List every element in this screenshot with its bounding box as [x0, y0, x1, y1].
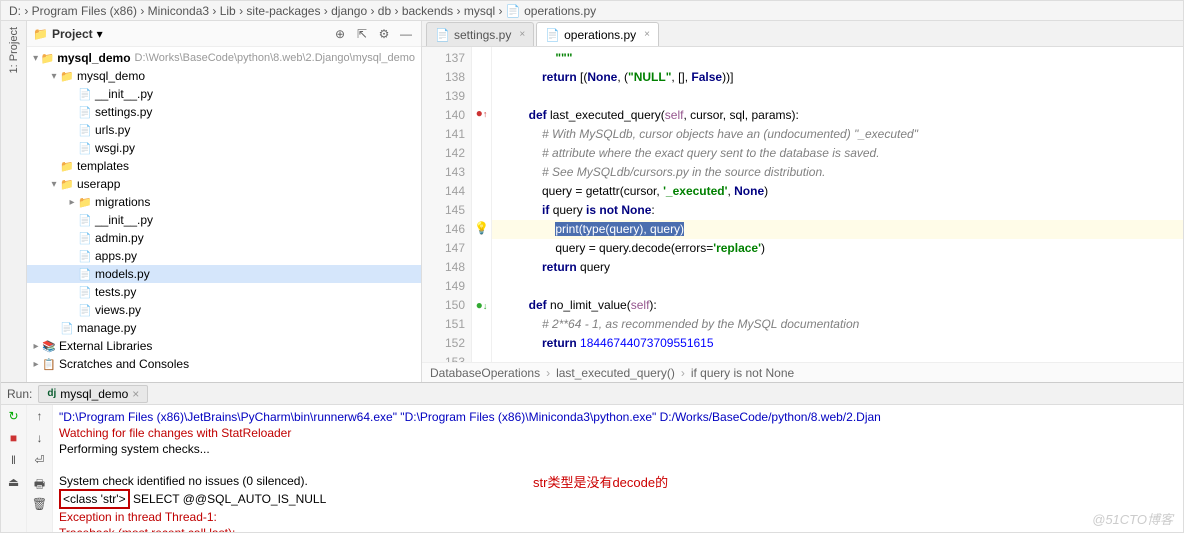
wrap-icon[interactable]: ⏎ — [31, 453, 49, 469]
chevron-down-icon[interactable]: ▾ — [97, 27, 103, 41]
editor-body[interactable]: 1371381391401411421431441451461471481491… — [422, 47, 1183, 362]
run-header: Run: dj mysql_demo × — [1, 383, 1183, 405]
tree-item[interactable]: 📄manage.py — [27, 319, 421, 337]
console-output[interactable]: "D:\Program Files (x86)\JetBrains\PyChar… — [53, 405, 1183, 532]
python-file-icon: 📄 — [435, 28, 450, 42]
code-content[interactable]: """ return [(None, ("NULL", [], False))]… — [492, 47, 1183, 362]
console-line — [59, 457, 1177, 473]
rerun-icon[interactable]: ↻ — [5, 409, 23, 425]
chevron-right-icon: › — [546, 366, 550, 380]
console-line: <class 'str'> SELECT @@SQL_AUTO_IS_NULL — [59, 489, 1177, 509]
up-icon[interactable]: ↑ — [31, 409, 49, 425]
editor-area: 📄 settings.py × 📄 operations.py × 13713813914… — [422, 21, 1183, 382]
console-line: "D:\Program Files (x86)\JetBrains\PyChar… — [59, 409, 1177, 425]
project-panel-header: 📁 Project ▾ ⊕ ⇱ ⚙ — — [27, 21, 421, 47]
run-config-tab[interactable]: dj mysql_demo × — [38, 385, 148, 403]
editor-tabs: 📄 settings.py × 📄 operations.py × — [422, 21, 1183, 47]
tree-item[interactable]: 📄wsgi.py — [27, 139, 421, 157]
tree-item[interactable]: 📄urls.py — [27, 121, 421, 139]
annotation-text: str类型是没有decode的 — [533, 475, 668, 491]
tree-item[interactable]: ▾📁mysql_demo — [27, 67, 421, 85]
run-side-toolbar: ↻ ■ ‖ ⏏ — [1, 405, 27, 532]
line-number-gutter: 1371381391401411421431441451461471481491… — [422, 47, 472, 362]
project-tool-label[interactable]: 1: Project — [8, 27, 20, 73]
run-side-toolbar-2: ↑ ↓ ⏎ 🖶 🗑 — [27, 405, 53, 532]
tree-item[interactable]: 📄models.py — [27, 265, 421, 283]
left-tool-strip: 1: Project — [1, 21, 27, 382]
tab-label: operations.py — [564, 28, 636, 42]
breadcrumb-item[interactable]: last_executed_query() — [556, 366, 675, 380]
console-line: Performing system checks... — [59, 441, 1177, 457]
run-tool-window: Run: dj mysql_demo × ↻ ■ ‖ ⏏ ↑ ↓ ⏎ 🖶 🗑 — [1, 382, 1183, 532]
gutter-marks: ●↑ 💡 ●↓ ●↓ — [472, 47, 492, 362]
console-line: Traceback (most recent call last): — [59, 525, 1177, 532]
python-file-icon: 📄 — [545, 28, 560, 42]
tree-item[interactable]: 📄__init__.py — [27, 85, 421, 103]
tree-item[interactable]: ▾📁userapp — [27, 175, 421, 193]
down-icon[interactable]: ↓ — [31, 431, 49, 447]
close-icon[interactable]: × — [644, 29, 650, 40]
close-icon[interactable]: × — [132, 387, 139, 401]
tree-scratches[interactable]: ▸📋Scratches and Consoles — [27, 355, 421, 373]
tree-item[interactable]: 📄views.py — [27, 301, 421, 319]
console-line: Exception in thread Thread-1: — [59, 509, 1177, 525]
folder-icon: 📁 — [33, 27, 48, 41]
exit-icon[interactable]: ⏏ — [5, 475, 23, 491]
close-icon[interactable]: × — [519, 29, 525, 40]
tree-item[interactable]: 📄admin.py — [27, 229, 421, 247]
editor-tab[interactable]: 📄 operations.py × — [536, 22, 659, 46]
editor-tab[interactable]: 📄 settings.py × — [426, 22, 534, 46]
run-config-name: mysql_demo — [60, 387, 128, 401]
tree-item[interactable]: 📄tests.py — [27, 283, 421, 301]
pause-icon[interactable]: ‖ — [5, 453, 23, 469]
gear-icon[interactable]: ⚙ — [375, 25, 393, 43]
tree-item[interactable]: 📄apps.py — [27, 247, 421, 265]
run-label: Run: — [7, 387, 32, 401]
tree-item[interactable]: 📁templates — [27, 157, 421, 175]
project-panel: 📁 Project ▾ ⊕ ⇱ ⚙ — ▾📁mysql_demoD:\Works… — [27, 21, 422, 382]
tree-item[interactable]: ▸📁migrations — [27, 193, 421, 211]
django-icon: dj — [47, 388, 56, 399]
project-panel-title[interactable]: Project — [52, 27, 93, 41]
chevron-right-icon: › — [681, 366, 685, 380]
collapse-icon[interactable]: ⇱ — [353, 25, 371, 43]
print-icon[interactable]: 🖶 — [31, 475, 49, 491]
console-line: Watching for file changes with StatReloa… — [59, 425, 1177, 441]
trash-icon[interactable]: 🗑 — [31, 497, 49, 513]
watermark: @51CTO博客 — [1092, 512, 1173, 528]
tree-item[interactable]: 📄settings.py — [27, 103, 421, 121]
tree-root[interactable]: ▾📁mysql_demoD:\Works\BaseCode\python\8.w… — [27, 49, 421, 67]
tree-external-libs[interactable]: ▸📚External Libraries — [27, 337, 421, 355]
breadcrumb-item[interactable]: if query is not None — [691, 366, 794, 380]
tree-item[interactable]: 📄__init__.py — [27, 211, 421, 229]
breadcrumb-item[interactable]: DatabaseOperations — [430, 366, 540, 380]
stop-icon[interactable]: ■ — [5, 431, 23, 447]
target-icon[interactable]: ⊕ — [331, 25, 349, 43]
editor-breadcrumb[interactable]: DatabaseOperations › last_executed_query()… — [422, 362, 1183, 382]
navigation-bar-path: D: › Program Files (x86) › Miniconda3 › … — [1, 1, 1183, 21]
project-tree[interactable]: ▾📁mysql_demoD:\Works\BaseCode\python\8.w… — [27, 47, 421, 382]
tab-label: settings.py — [454, 28, 511, 42]
hide-icon[interactable]: — — [397, 25, 415, 43]
